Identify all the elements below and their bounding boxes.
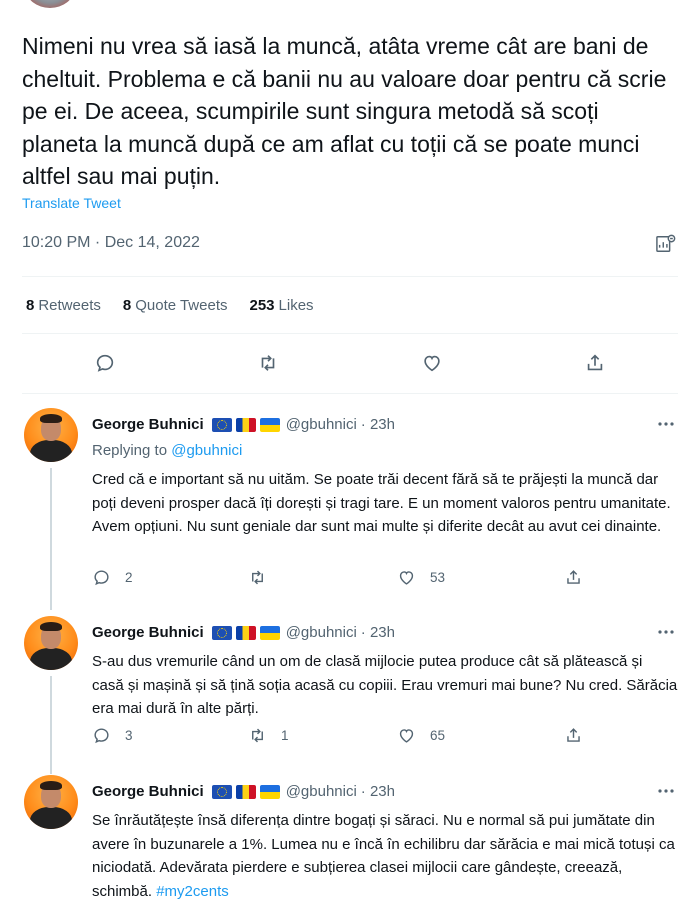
romania-flag-icon <box>235 417 256 432</box>
author-handle[interactable]: @gbuhnici <box>286 783 357 800</box>
retweets-stat[interactable]: 8 Retweets <box>26 297 101 314</box>
author-name[interactable]: George Buhnici <box>92 783 204 800</box>
ukraine-flag-icon <box>259 417 280 432</box>
reply-tweet[interactable]: George Buhnici @gbuhnici · 23h Se înrăut… <box>0 775 700 901</box>
reply-header: George Buhnici @gbuhnici · 23h <box>92 624 395 641</box>
reply-tweet[interactable]: George Buhnici @gbuhnici · 23h Replying … <box>0 408 700 610</box>
share-icon[interactable] <box>580 348 610 378</box>
quote-tweets-count: 8 <box>122 297 132 314</box>
romania-flag-icon <box>235 784 256 799</box>
retweet-icon[interactable] <box>253 348 283 378</box>
like-icon <box>399 571 414 585</box>
divider <box>22 333 678 334</box>
more-options-icon[interactable] <box>656 624 676 640</box>
ukraine-flag-icon <box>259 625 280 640</box>
analytics-icon[interactable] <box>655 234 677 254</box>
eu-flag-icon <box>211 784 232 799</box>
reply-tweet[interactable]: George Buhnici @gbuhnici · 23h S-au dus … <box>0 616 700 774</box>
retweet-icon <box>252 570 263 585</box>
like-icon <box>399 729 414 743</box>
post-time[interactable]: · 23h <box>361 624 395 641</box>
author-name[interactable]: George Buhnici <box>92 416 204 433</box>
like-button[interactable]: 53 <box>397 568 445 587</box>
retweet-icon <box>252 728 263 743</box>
quote-tweets-stat[interactable]: 8 Quote Tweets <box>123 297 228 314</box>
eu-flag-icon <box>211 417 232 432</box>
reply-count: 2 <box>125 570 133 585</box>
tweet-stats: 8 Retweets 8 Quote Tweets 253 Likes <box>26 297 314 314</box>
reply-button[interactable]: 3 <box>92 726 133 745</box>
like-icon[interactable] <box>417 348 447 378</box>
reply-text: Cred că e important să nu uităm. Se poat… <box>92 471 671 535</box>
reply-count: 3 <box>125 728 133 743</box>
reply-icon <box>94 570 109 586</box>
hashtag-link[interactable]: #my2cents <box>156 883 229 900</box>
like-count: 53 <box>430 570 446 585</box>
tweet-timestamp[interactable]: 10:20 PM · Dec 14, 2022 <box>22 234 200 252</box>
replying-to-handle[interactable]: @gbuhnici <box>171 442 242 459</box>
likes-count: 253 <box>249 297 275 314</box>
more-options-icon[interactable] <box>656 783 676 799</box>
share-button[interactable] <box>564 568 583 587</box>
reply-icon <box>94 728 109 744</box>
retweet-count: 1 <box>281 728 289 743</box>
retweet-button[interactable] <box>248 568 281 587</box>
like-button[interactable]: 65 <box>397 726 445 745</box>
retweet-button[interactable]: 1 <box>248 726 289 745</box>
like-count: 65 <box>430 728 446 743</box>
top-avatar-fragment <box>26 0 74 8</box>
likes-stat[interactable]: 253 Likes <box>250 297 314 314</box>
divider <box>22 276 678 277</box>
main-tweet-text: Nimeni nu vrea să iasă la muncă, atâta v… <box>22 33 667 189</box>
share-icon <box>567 570 580 584</box>
eu-flag-icon <box>211 625 232 640</box>
share-icon <box>567 728 580 742</box>
post-time[interactable]: · 23h <box>361 783 395 800</box>
more-options-icon[interactable] <box>656 416 676 432</box>
avatar[interactable] <box>24 408 78 462</box>
divider <box>22 393 678 394</box>
reply-icon[interactable] <box>90 348 120 378</box>
share-button[interactable] <box>564 726 583 745</box>
retweets-label: Retweets <box>38 297 101 314</box>
thread-line <box>50 676 52 774</box>
translate-tweet-link[interactable]: Translate Tweet <box>22 195 121 211</box>
post-time[interactable]: · 23h <box>361 416 395 433</box>
ukraine-flag-icon <box>259 784 280 799</box>
reply-text: S-au dus vremurile când un om de clasă m… <box>92 653 678 717</box>
author-handle[interactable]: @gbuhnici <box>286 624 357 641</box>
author-name[interactable]: George Buhnici <box>92 624 204 641</box>
main-tweet-actions <box>0 348 700 378</box>
avatar[interactable] <box>24 616 78 670</box>
reply-actions: 2 53 <box>0 568 700 590</box>
replying-to: Replying to @gbuhnici <box>92 442 242 459</box>
retweets-count: 8 <box>26 297 35 314</box>
romania-flag-icon <box>235 625 256 640</box>
quote-tweets-label: Quote Tweets <box>135 297 228 314</box>
replying-prefix: Replying to <box>92 442 168 459</box>
reply-actions: 3 1 65 <box>0 726 700 748</box>
reply-text: Se înrăutățește însă diferența dintre bo… <box>92 809 678 901</box>
author-handle[interactable]: @gbuhnici <box>286 416 357 433</box>
reply-header: George Buhnici @gbuhnici · 23h <box>92 783 395 800</box>
reply-header: George Buhnici @gbuhnici · 23h <box>92 416 395 433</box>
likes-label: Likes <box>278 297 314 314</box>
avatar[interactable] <box>24 775 78 829</box>
reply-button[interactable]: 2 <box>92 568 133 587</box>
